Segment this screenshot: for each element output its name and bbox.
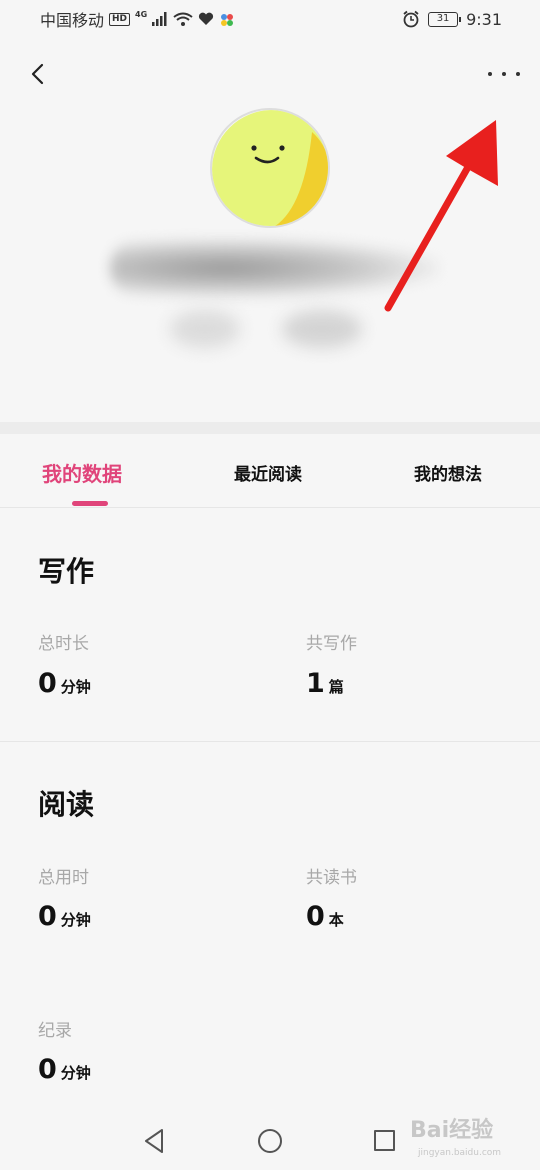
signal-icon: [152, 12, 167, 26]
more-options-icon[interactable]: [488, 68, 520, 80]
profile-header: [0, 38, 540, 422]
app-notification-icon: [221, 14, 234, 26]
wifi-icon: [173, 12, 193, 26]
writing-count-value: 1: [306, 668, 325, 699]
writing-total-time-label: 总时长: [38, 634, 89, 654]
battery-icon: 31: [428, 11, 462, 27]
blurred-stat-right: [282, 310, 362, 348]
watermark: Bai经验 jingyan.baidu.com: [410, 1112, 530, 1162]
writing-total-time-value: 0: [38, 668, 57, 699]
reading-record-value: 0: [38, 1054, 57, 1085]
nav-recent-apps-icon[interactable]: [374, 1130, 395, 1151]
carrier-name: 中国移动: [40, 11, 105, 30]
status-bar: 中国移动 HD 4G 31 9:31: [0, 0, 540, 38]
reading-books-value: 0: [306, 901, 325, 932]
writing-section-title: 写作: [38, 555, 95, 588]
clock: 9:31: [466, 9, 502, 29]
status-right: 31 9:31: [402, 10, 502, 29]
active-tab-indicator: [72, 501, 108, 506]
reading-books: 0 本: [306, 901, 344, 932]
smiley-face-icon: [212, 110, 328, 226]
reading-total-time-unit: 分钟: [60, 911, 91, 929]
watermark-brand: Bai经验: [410, 1118, 494, 1143]
status-left: 中国移动 HD 4G: [40, 7, 235, 31]
tab-recent-reading[interactable]: 最近阅读: [234, 460, 302, 485]
reading-record-unit: 分钟: [60, 1064, 91, 1082]
section-separator: [0, 741, 540, 742]
hd-badge: HD: [109, 12, 131, 26]
reading-total-time-label: 总用时: [38, 868, 89, 888]
reading-books-label: 共读书: [306, 868, 357, 888]
blurred-stat-left: [170, 310, 240, 348]
tab-my-data[interactable]: 我的数据: [42, 458, 122, 487]
writing-count-label: 共写作: [306, 634, 357, 654]
tab-bar: 我的数据 最近阅读 我的想法: [0, 434, 540, 508]
writing-total-time: 0 分钟: [38, 668, 91, 699]
alarm-icon: [403, 10, 419, 28]
tab-my-thoughts[interactable]: 我的想法: [414, 460, 482, 485]
reading-record-label: 纪录: [38, 1021, 72, 1041]
reading-record: 0 分钟: [38, 1054, 91, 1085]
writing-count-unit: 篇: [328, 678, 344, 696]
heart-rate-icon: [199, 12, 214, 25]
reading-section-title: 阅读: [38, 788, 95, 821]
watermark-url: jingyan.baidu.com: [418, 1148, 502, 1158]
writing-total-time-unit: 分钟: [60, 678, 91, 696]
reading-total-time: 0 分钟: [38, 901, 91, 932]
reading-books-unit: 本: [328, 911, 344, 929]
reading-total-time-value: 0: [38, 901, 57, 932]
section-divider: [0, 422, 540, 434]
avatar[interactable]: [210, 108, 330, 228]
annotation-arrow: [384, 120, 498, 312]
network-type: 4G: [135, 9, 148, 19]
nav-back-icon[interactable]: [142, 1128, 168, 1154]
nav-home-icon[interactable]: [258, 1129, 282, 1153]
back-icon[interactable]: [26, 62, 50, 86]
battery-level: 31: [436, 12, 450, 24]
writing-count: 1 篇: [306, 668, 344, 699]
